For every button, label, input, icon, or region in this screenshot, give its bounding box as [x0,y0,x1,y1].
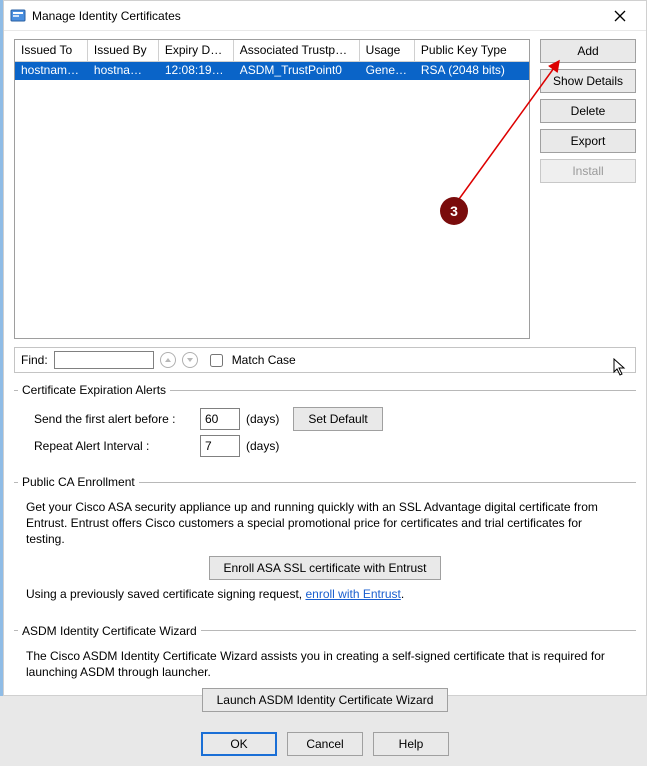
prev-csr-text: Using a previously saved certificate sig… [26,586,624,602]
cell-keytype: RSA (2048 bits) [415,62,529,80]
cancel-button[interactable]: Cancel [287,732,363,756]
find-next-icon[interactable] [182,352,198,368]
find-input[interactable] [54,351,154,369]
public-ca-legend: Public CA Enrollment [18,475,139,489]
table-header-row: Issued To Issued By Expiry Date Associat… [15,40,529,62]
delete-button[interactable]: Delete [540,99,636,123]
public-ca-group: Public CA Enrollment Get your Cisco ASA … [14,475,636,614]
days-label-2: (days) [246,439,279,453]
repeat-interval-label: Repeat Alert Interval : [34,439,194,453]
export-button[interactable]: Export [540,129,636,153]
help-button[interactable]: Help [373,732,449,756]
match-case-label: Match Case [232,353,296,367]
expiration-alerts-legend: Certificate Expiration Alerts [18,383,170,397]
find-bar: Find: Match Case [14,347,636,373]
set-default-button[interactable]: Set Default [293,407,382,431]
table-row[interactable]: hostname... hostname... 12:08:19 UT... A… [15,62,529,80]
col-keytype[interactable]: Public Key Type [415,40,529,61]
dialog-window: Manage Identity Certificates Issued To I… [3,0,647,696]
days-label-1: (days) [246,412,279,426]
titlebar: Manage Identity Certificates [4,1,646,31]
col-trustpoints[interactable]: Associated Trustpoints [234,40,360,61]
col-issued-by[interactable]: Issued By [88,40,159,61]
cell-expiry-date: 12:08:19 UT... [159,62,234,80]
cell-issued-by: hostname... [88,62,159,80]
col-expiry-date[interactable]: Expiry Date [159,40,234,61]
certificate-table[interactable]: Issued To Issued By Expiry Date Associat… [14,39,530,339]
first-alert-input[interactable] [200,408,240,430]
wizard-legend: ASDM Identity Certificate Wizard [18,624,201,638]
find-label: Find: [21,353,48,367]
show-details-button[interactable]: Show Details [540,69,636,93]
col-issued-to[interactable]: Issued To [15,40,88,61]
match-case-checkbox[interactable] [210,354,223,367]
cell-trustpoints: ASDM_TrustPoint0 [234,62,360,80]
app-icon [10,8,26,24]
cell-issued-to: hostname... [15,62,88,80]
enroll-entrust-button[interactable]: Enroll ASA SSL certificate with Entrust [209,556,442,580]
dialog-content: Issued To Issued By Expiry Date Associat… [4,31,646,766]
install-button: Install [540,159,636,183]
dialog-footer: OK Cancel Help [14,732,636,756]
prev-csr-b: . [401,587,404,601]
col-usage[interactable]: Usage [360,40,415,61]
enroll-entrust-link[interactable]: enroll with Entrust [305,587,400,601]
expiration-alerts-group: Certificate Expiration Alerts Send the f… [14,383,636,465]
launch-wizard-button[interactable]: Launch ASDM Identity Certificate Wizard [202,688,449,712]
ok-button[interactable]: OK [201,732,277,756]
wizard-text: The Cisco ASDM Identity Certificate Wiza… [26,648,624,680]
find-prev-icon[interactable] [160,352,176,368]
add-button[interactable]: Add [540,39,636,63]
close-button[interactable] [600,2,640,30]
first-alert-label: Send the first alert before : [34,412,194,426]
repeat-interval-input[interactable] [200,435,240,457]
side-button-column: Add Show Details Delete Export Install [540,39,636,339]
cursor-icon [613,358,629,378]
public-ca-text: Get your Cisco ASA security appliance up… [26,499,624,548]
window-title: Manage Identity Certificates [32,9,600,23]
wizard-group: ASDM Identity Certificate Wizard The Cis… [14,624,636,722]
prev-csr-a: Using a previously saved certificate sig… [26,587,305,601]
cell-usage: Genera... [360,62,415,80]
